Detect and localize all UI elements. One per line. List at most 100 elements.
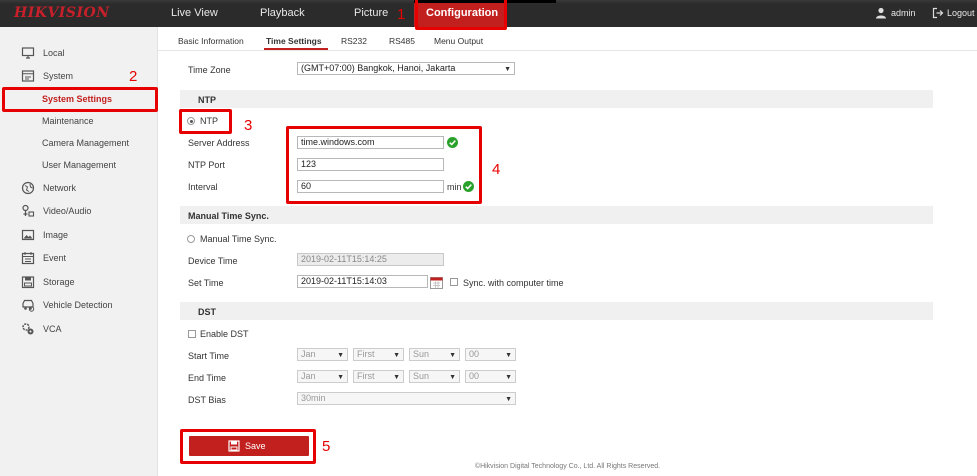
active-tab-underline bbox=[264, 48, 328, 50]
sidebar-item-label: Network bbox=[43, 183, 77, 193]
set-time-input[interactable]: 2019-02-11T15:14:03 bbox=[297, 275, 428, 288]
sidebar-item-storage[interactable]: Storage bbox=[0, 273, 158, 291]
sidebar-item-video-audio[interactable]: Video/Audio bbox=[0, 202, 158, 220]
dst-bias-select: 30min ▼ bbox=[297, 392, 516, 405]
ntp-section-bar bbox=[180, 90, 933, 108]
sidebar-item-label: Video/Audio bbox=[43, 206, 92, 216]
sidebar-item-maintenance[interactable]: Maintenance bbox=[0, 112, 158, 130]
start-time-label: Start Time bbox=[188, 351, 230, 361]
nav-playback[interactable]: Playback bbox=[260, 7, 305, 19]
username[interactable]: admin bbox=[891, 8, 916, 18]
dst-section-title: DST bbox=[198, 307, 216, 317]
video-audio-icon bbox=[22, 204, 35, 217]
enable-dst-label: Enable DST bbox=[200, 329, 249, 339]
dropdown-arrow-icon: ▼ bbox=[505, 396, 512, 403]
end-day-select: Sun ▼ bbox=[409, 370, 460, 383]
sidebar-item-label: Event bbox=[43, 253, 67, 263]
start-day-value: Sun bbox=[413, 349, 430, 359]
sidebar-item-label: Maintenance bbox=[42, 116, 94, 126]
sidebar-item-label: Local bbox=[43, 48, 65, 58]
sidebar-item-event[interactable]: Event bbox=[0, 249, 158, 267]
image-icon bbox=[21, 229, 35, 241]
tab-rs232[interactable]: RS232 bbox=[341, 36, 367, 46]
end-week-select: First ▼ bbox=[353, 370, 404, 383]
enable-dst-checkbox[interactable] bbox=[188, 330, 196, 338]
monitor-icon bbox=[21, 47, 35, 59]
dropdown-arrow-icon: ▼ bbox=[337, 352, 344, 359]
manual-time-sync-radio[interactable] bbox=[187, 235, 195, 243]
sidebar-item-vehicle-detection[interactable]: Vehicle Detection bbox=[0, 296, 158, 314]
manual-section-title: Manual Time Sync. bbox=[188, 211, 269, 221]
calendar-icon[interactable] bbox=[430, 276, 443, 289]
ntp-section-title: NTP bbox=[198, 95, 216, 105]
dropdown-arrow-icon: ▼ bbox=[337, 374, 344, 381]
device-time-input: 2019-02-11T15:14:25 bbox=[297, 253, 444, 266]
annotation-box-configuration bbox=[415, 0, 507, 30]
start-month-select: Jan ▼ bbox=[297, 348, 348, 361]
sidebar-item-label: VCA bbox=[43, 324, 62, 334]
end-hour-select: 00 ▼ bbox=[465, 370, 516, 383]
start-hour-value: 00 bbox=[469, 349, 480, 359]
annotation-number-3: 3 bbox=[244, 117, 253, 134]
annotation-number-2: 2 bbox=[129, 68, 138, 85]
sidebar-item-label: System bbox=[43, 71, 74, 81]
dst-bias-label: DST Bias bbox=[188, 395, 226, 405]
dropdown-arrow-icon: ▼ bbox=[449, 352, 456, 359]
sidebar-item-vca[interactable]: VCA bbox=[0, 320, 158, 338]
sidebar-item-label: User Management bbox=[42, 160, 117, 170]
end-hour-value: 00 bbox=[469, 371, 480, 381]
time-zone-select[interactable]: (GMT+07:00) Bangkok, Hanoi, Jakarta ▼ bbox=[297, 62, 515, 75]
nav-picture[interactable]: Picture bbox=[354, 7, 388, 19]
dropdown-arrow-icon: ▼ bbox=[393, 374, 400, 381]
network-globe-icon bbox=[21, 181, 35, 195]
storage-disk-icon bbox=[21, 276, 35, 289]
sidebar-item-label: Vehicle Detection bbox=[43, 300, 113, 310]
start-week-select: First ▼ bbox=[353, 348, 404, 361]
dropdown-arrow-icon: ▼ bbox=[449, 374, 456, 381]
sync-computer-time-checkbox[interactable] bbox=[450, 278, 458, 286]
annotation-box-system-settings bbox=[2, 87, 158, 112]
logout-link[interactable]: Logout bbox=[947, 8, 975, 18]
system-window-icon bbox=[21, 70, 35, 82]
dropdown-arrow-icon: ▼ bbox=[393, 352, 400, 359]
time-zone-label: Time Zone bbox=[188, 65, 231, 75]
end-time-label: End Time bbox=[188, 373, 227, 383]
server-address-label: Server Address bbox=[188, 138, 250, 148]
sidebar-item-local[interactable]: Local bbox=[0, 44, 158, 62]
sync-computer-time-label: Sync. with computer time bbox=[463, 278, 564, 288]
sidebar-item-label: Image bbox=[43, 230, 69, 240]
nav-live-view[interactable]: Live View bbox=[171, 7, 218, 19]
sidebar-item-camera-management[interactable]: Camera Management bbox=[0, 134, 158, 152]
brand-logo: HIKVISION bbox=[14, 5, 110, 21]
end-month-value: Jan bbox=[301, 371, 316, 381]
dropdown-arrow-icon: ▼ bbox=[505, 352, 512, 359]
sidebar-item-network[interactable]: Network bbox=[0, 179, 158, 197]
dst-bias-value: 30min bbox=[301, 393, 326, 403]
set-time-label: Set Time bbox=[188, 278, 224, 288]
vehicle-detection-icon bbox=[22, 299, 35, 312]
sidebar-item-user-management[interactable]: User Management bbox=[0, 156, 158, 174]
annotation-box-ntp-radio bbox=[179, 109, 232, 134]
ntp-port-label: NTP Port bbox=[188, 160, 225, 170]
interval-label: Interval bbox=[188, 182, 218, 192]
start-month-value: Jan bbox=[301, 349, 316, 359]
logout-icon[interactable] bbox=[932, 7, 944, 19]
dst-section-bar bbox=[180, 302, 933, 320]
manual-section-bar bbox=[180, 206, 933, 224]
copyright-footer: ©Hikvision Digital Technology Co., Ltd. … bbox=[474, 463, 661, 470]
tab-menu-output[interactable]: Menu Output bbox=[434, 36, 483, 46]
tab-time-settings[interactable]: Time Settings bbox=[266, 36, 322, 46]
sidebar-item-image[interactable]: Image bbox=[0, 226, 158, 244]
annotation-box-save bbox=[180, 429, 316, 464]
tab-basic-information[interactable]: Basic Information bbox=[178, 36, 244, 46]
start-day-select: Sun ▼ bbox=[409, 348, 460, 361]
tab-rs485[interactable]: RS485 bbox=[389, 36, 415, 46]
time-zone-value: (GMT+07:00) Bangkok, Hanoi, Jakarta bbox=[301, 63, 456, 73]
event-calendar-icon bbox=[21, 252, 35, 265]
dropdown-arrow-icon: ▼ bbox=[505, 374, 512, 381]
end-day-value: Sun bbox=[413, 371, 430, 381]
user-icon bbox=[876, 7, 886, 19]
device-time-label: Device Time bbox=[188, 256, 238, 266]
manual-time-sync-label: Manual Time Sync. bbox=[200, 234, 277, 244]
dropdown-arrow-icon: ▼ bbox=[504, 66, 511, 73]
